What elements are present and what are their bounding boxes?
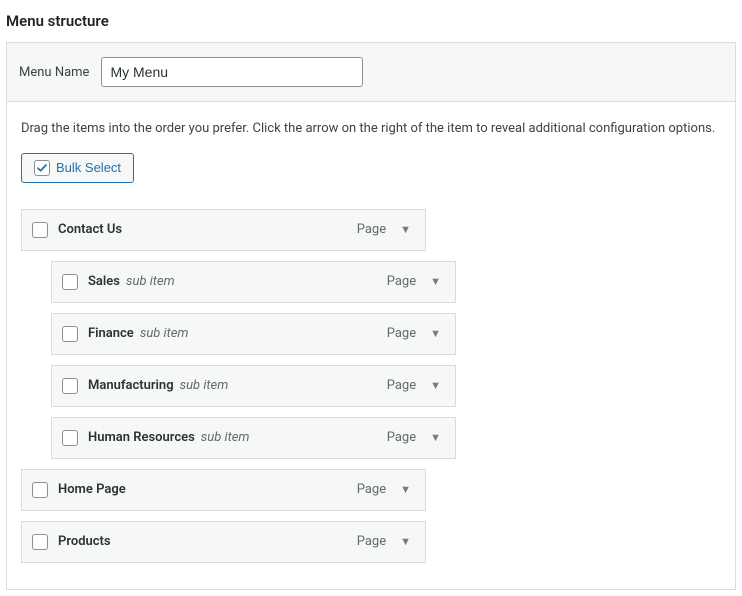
menu-item-type: Page xyxy=(387,430,416,445)
menu-item-checkbox[interactable] xyxy=(62,326,78,342)
menu-item-meta: Page ▼ xyxy=(387,427,445,448)
bulk-select-label: Bulk Select xyxy=(56,160,121,175)
menu-item[interactable]: Finance sub item Page ▼ xyxy=(51,313,456,355)
menu-item-checkbox[interactable] xyxy=(32,482,48,498)
menu-item-checkbox[interactable] xyxy=(62,274,78,290)
menu-name-input[interactable] xyxy=(101,57,363,87)
menu-item-title: Manufacturing xyxy=(88,378,174,393)
menu-item-title: Human Resources xyxy=(88,430,195,445)
menu-item-type: Page xyxy=(387,326,416,341)
menu-structure-panel: Menu Name Drag the items into the order … xyxy=(6,42,736,590)
sub-item-tag: sub item xyxy=(126,274,175,289)
caret-down-icon[interactable]: ▼ xyxy=(396,531,415,552)
menu-name-row: Menu Name xyxy=(7,43,735,102)
menu-item[interactable]: Sales sub item Page ▼ xyxy=(51,261,456,303)
instructions-text: Drag the items into the order you prefer… xyxy=(21,120,721,139)
menu-item-checkbox[interactable] xyxy=(32,222,48,238)
menu-item-meta: Page ▼ xyxy=(387,271,445,292)
caret-down-icon[interactable]: ▼ xyxy=(426,427,445,448)
menu-item-meta: Page ▼ xyxy=(357,219,415,240)
menu-item[interactable]: Home Page Page ▼ xyxy=(21,469,426,511)
menu-item-type: Page xyxy=(357,222,386,237)
menu-item-checkbox[interactable] xyxy=(62,378,78,394)
menu-item-type: Page xyxy=(357,534,386,549)
section-title: Menu structure xyxy=(0,0,742,42)
menu-item-type: Page xyxy=(387,274,416,289)
caret-down-icon[interactable]: ▼ xyxy=(426,271,445,292)
menu-body: Drag the items into the order you prefer… xyxy=(7,102,735,589)
menu-item[interactable]: Human Resources sub item Page ▼ xyxy=(51,417,456,459)
menu-item[interactable]: Contact Us Page ▼ xyxy=(21,209,426,251)
menu-name-label: Menu Name xyxy=(19,65,89,80)
menu-item-title: Finance xyxy=(88,326,134,341)
sub-item-tag: sub item xyxy=(201,430,250,445)
menu-item-meta: Page ▼ xyxy=(387,375,445,396)
menu-item-checkbox[interactable] xyxy=(32,534,48,550)
caret-down-icon[interactable]: ▼ xyxy=(426,323,445,344)
menu-item-meta: Page ▼ xyxy=(387,323,445,344)
menu-item-title: Home Page xyxy=(58,482,126,497)
menu-item-title: Contact Us xyxy=(58,222,122,237)
menu-item-meta: Page ▼ xyxy=(357,531,415,552)
menu-item[interactable]: Products Page ▼ xyxy=(21,521,426,563)
caret-down-icon[interactable]: ▼ xyxy=(396,219,415,240)
menu-item-title: Sales xyxy=(88,274,120,289)
menu-item-checkbox[interactable] xyxy=(62,430,78,446)
sub-item-tag: sub item xyxy=(140,326,189,341)
bulk-select-button[interactable]: Bulk Select xyxy=(21,153,134,183)
sub-item-tag: sub item xyxy=(180,378,229,393)
menu-item-type: Page xyxy=(387,378,416,393)
caret-down-icon[interactable]: ▼ xyxy=(426,375,445,396)
menu-item-meta: Page ▼ xyxy=(357,479,415,500)
caret-down-icon[interactable]: ▼ xyxy=(396,479,415,500)
menu-item-title: Products xyxy=(58,534,111,549)
menu-item-type: Page xyxy=(357,482,386,497)
menu-items-list: Contact UsPage▼Salessub itemPage▼Finance… xyxy=(21,209,721,563)
checkbox-checked-icon xyxy=(34,160,50,176)
menu-item[interactable]: Manufacturing sub item Page ▼ xyxy=(51,365,456,407)
